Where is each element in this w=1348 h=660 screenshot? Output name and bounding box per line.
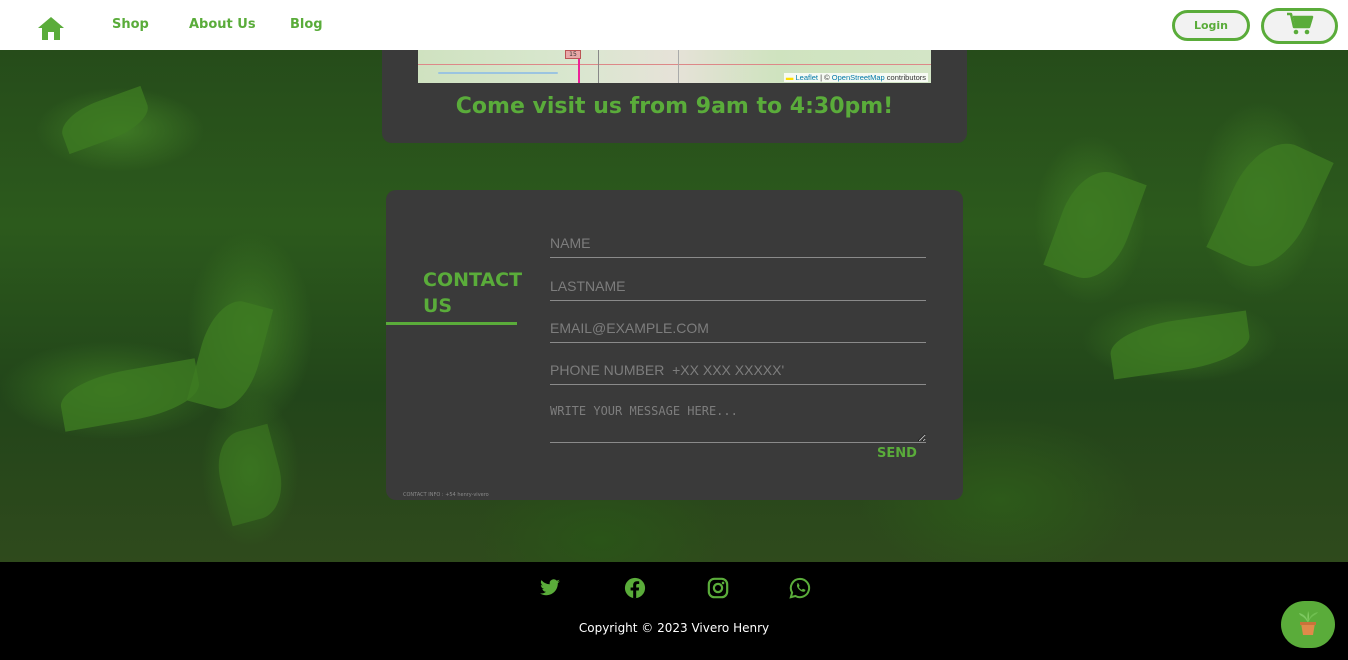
- instagram-icon[interactable]: [706, 576, 730, 600]
- twitter-icon[interactable]: [538, 576, 562, 600]
- leaf-decoration: [1043, 161, 1147, 289]
- leaf-decoration: [1206, 129, 1334, 281]
- navbar: Shop About Us Blog Login: [0, 0, 1348, 50]
- map-road: [678, 50, 679, 83]
- location-map[interactable]: 15 ▬ Leaflet | © OpenStreetMap contribut…: [418, 50, 931, 83]
- send-button[interactable]: SEND: [877, 446, 917, 461]
- home-icon[interactable]: [37, 15, 67, 43]
- osm-link[interactable]: OpenStreetMap: [832, 73, 885, 82]
- nav-link-shop[interactable]: Shop: [112, 17, 149, 32]
- leaf-decoration: [209, 423, 291, 527]
- map-attribution: ▬ Leaflet | © OpenStreetMap contributors: [783, 73, 928, 82]
- visit-hours-heading: Come visit us from 9am to 4:30pm!: [455, 94, 894, 119]
- copyright-text: Copyright © 2023 Vivero Henry: [578, 621, 770, 635]
- leaflet-link[interactable]: Leaflet: [796, 73, 819, 82]
- name-field[interactable]: [550, 228, 926, 258]
- login-button[interactable]: Login: [1172, 10, 1250, 41]
- message-field[interactable]: [550, 400, 926, 443]
- leaf-decoration: [1107, 310, 1253, 380]
- plant-chat-button[interactable]: [1281, 601, 1335, 648]
- facebook-icon[interactable]: [623, 576, 647, 600]
- contact-info: CONTACT INFO : +54 henry-vivero: [403, 492, 489, 498]
- nav-link-blog[interactable]: Blog: [290, 17, 323, 32]
- map-river: [438, 72, 558, 74]
- cart-icon: [1286, 12, 1314, 40]
- phone-field[interactable]: [550, 355, 926, 385]
- attribution-separator: | ©: [818, 73, 832, 82]
- nav-link-about-us[interactable]: About Us: [189, 17, 256, 32]
- potted-plant-icon: [1294, 609, 1322, 641]
- contact-form-card: CONTACT US SEND CONTACT INFO : +54 henry…: [386, 190, 963, 500]
- email-field[interactable]: [550, 313, 926, 343]
- road-shield: 15: [565, 50, 581, 59]
- contact-title-underline: [386, 322, 517, 325]
- footer: Copyright © 2023 Vivero Henry: [0, 562, 1348, 660]
- map-road: [598, 50, 599, 83]
- map-road: [418, 64, 931, 65]
- whatsapp-icon[interactable]: [788, 576, 812, 600]
- lastname-field[interactable]: [550, 271, 926, 301]
- contact-title: CONTACT US: [423, 269, 523, 317]
- leaf-decoration: [186, 294, 274, 416]
- leaf-decoration: [56, 358, 204, 432]
- leaf-decoration: [55, 85, 155, 155]
- cart-button[interactable]: [1261, 8, 1338, 44]
- attribution-tail: contributors: [884, 73, 926, 82]
